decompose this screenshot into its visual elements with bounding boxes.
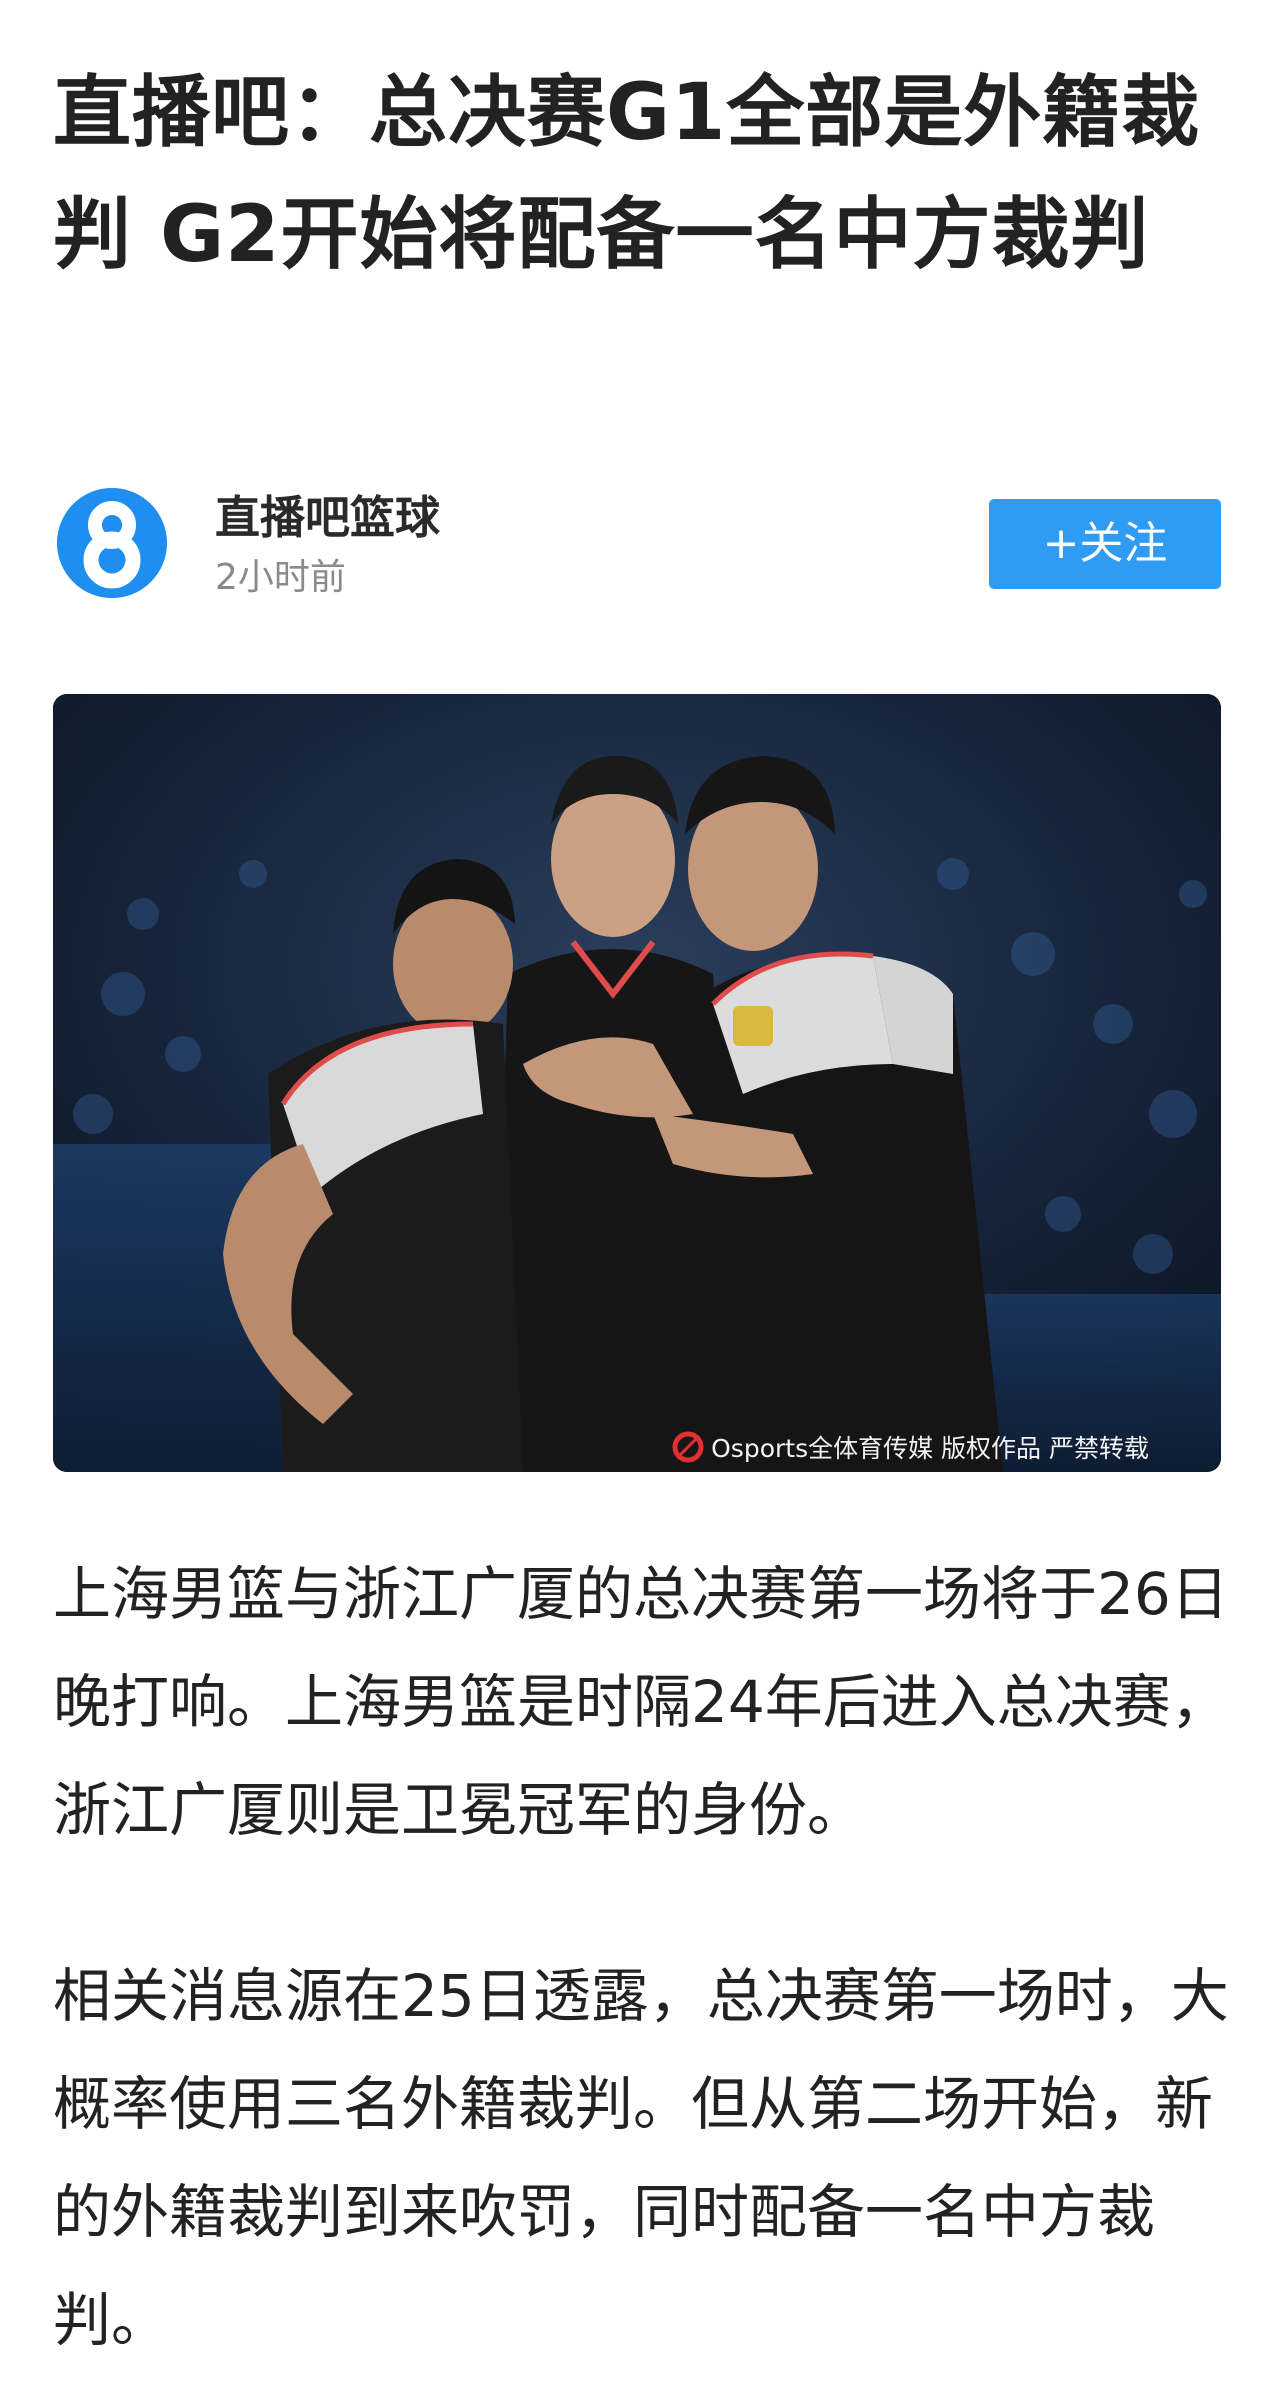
author-row: 直播吧篮球 2小时前 +关注 (53, 482, 1221, 612)
photo-watermark: Osports全体育传媒 版权作品 严禁转载 (671, 1428, 1149, 1466)
publish-time: 2小时前 (215, 557, 346, 598)
osports-logo-icon (672, 1431, 704, 1463)
author-meta: 直播吧篮球 2小时前 (215, 488, 440, 606)
author-name[interactable]: 直播吧篮球 (215, 488, 440, 548)
watermark-text: Osports全体育传媒 版权作品 严禁转载 (711, 1434, 1149, 1463)
article-title: 直播吧：总决赛G1全部是外籍裁判 G2开始将配备一名中方裁判 (53, 68, 1201, 280)
referees-photo (53, 694, 1221, 1472)
follow-button[interactable]: +关注 (989, 499, 1221, 589)
author-avatar[interactable] (57, 488, 167, 598)
zhibo8-logo-icon (57, 488, 167, 598)
article-paragraph-1: 上海男篮与浙江广厦的总决赛第一场将于26日晚打响。上海男篮是时隔24年后进入总决… (53, 1560, 1229, 1844)
article-photo[interactable]: Osports全体育传媒 版权作品 严禁转载 (53, 694, 1221, 1472)
article-paragraph-2: 相关消息源在25日透露，总决赛第一场时，大概率使用三名外籍裁判。但从第二场开始，… (53, 1962, 1229, 2354)
article-page: 直播吧：总决赛G1全部是外籍裁判 G2开始将配备一名中方裁判 直播吧篮球 2小时… (0, 0, 1272, 2398)
